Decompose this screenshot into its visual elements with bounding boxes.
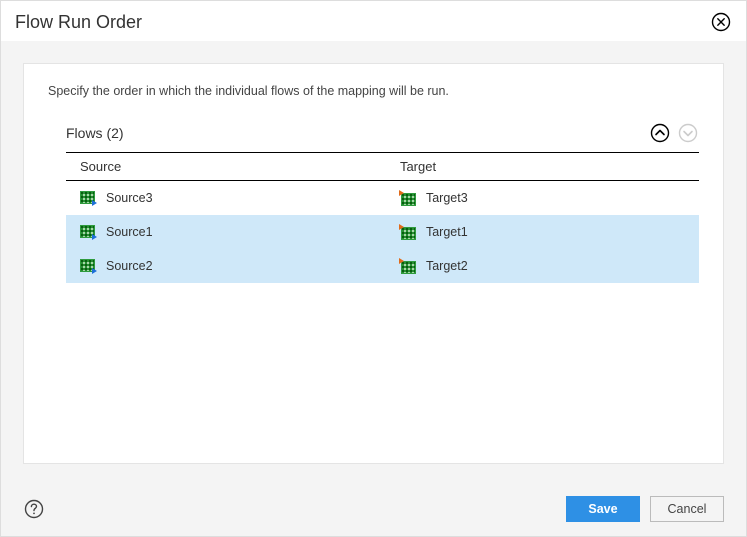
target-label: Target3 (426, 191, 468, 205)
cell-source: Source2 (76, 259, 400, 273)
content-panel: Specify the order in which the individua… (23, 63, 724, 464)
target-label: Target1 (426, 225, 468, 239)
cancel-button[interactable]: Cancel (650, 496, 724, 522)
help-icon (24, 499, 44, 519)
move-up-button[interactable] (649, 122, 671, 144)
chevron-up-icon (650, 123, 670, 143)
table-row[interactable]: Source3 Target3 (66, 181, 699, 215)
titlebar: Flow Run Order (1, 1, 746, 41)
source-label: Source1 (106, 225, 153, 239)
footer: Save Cancel (1, 486, 746, 536)
chevron-down-icon (678, 123, 698, 143)
table-row[interactable]: Source2 Target2 (66, 249, 699, 283)
save-button[interactable]: Save (566, 496, 640, 522)
flows-table: Source Target Source3 Target3 Source1 Targe… (66, 153, 699, 283)
source-label: Source3 (106, 191, 153, 205)
column-header-source: Source (76, 159, 400, 174)
table-row[interactable]: Source1 Target1 (66, 215, 699, 249)
description-text: Specify the order in which the individua… (48, 84, 699, 98)
source-label: Source2 (106, 259, 153, 273)
column-header-target: Target (400, 159, 699, 174)
close-button[interactable] (710, 11, 732, 33)
cell-target: Target2 (400, 259, 699, 273)
flows-block: Flows (2) (66, 116, 699, 283)
target-icon (400, 259, 416, 273)
flows-header-label: Flows (2) (66, 125, 643, 141)
dialog-title: Flow Run Order (15, 12, 710, 33)
source-icon (80, 191, 96, 205)
cell-target: Target1 (400, 225, 699, 239)
target-label: Target2 (426, 259, 468, 273)
help-button[interactable] (23, 498, 45, 520)
target-icon (400, 191, 416, 205)
source-icon (80, 259, 96, 273)
cell-source: Source3 (76, 191, 400, 205)
target-icon (400, 225, 416, 239)
close-icon (711, 12, 731, 32)
source-icon (80, 225, 96, 239)
table-header-row: Source Target (66, 153, 699, 181)
cell-target: Target3 (400, 191, 699, 205)
body-area: Specify the order in which the individua… (1, 41, 746, 486)
flows-header: Flows (2) (66, 116, 699, 153)
move-down-button[interactable] (677, 122, 699, 144)
dialog: Flow Run Order Specify the order in whic… (0, 0, 747, 537)
cell-source: Source1 (76, 225, 400, 239)
